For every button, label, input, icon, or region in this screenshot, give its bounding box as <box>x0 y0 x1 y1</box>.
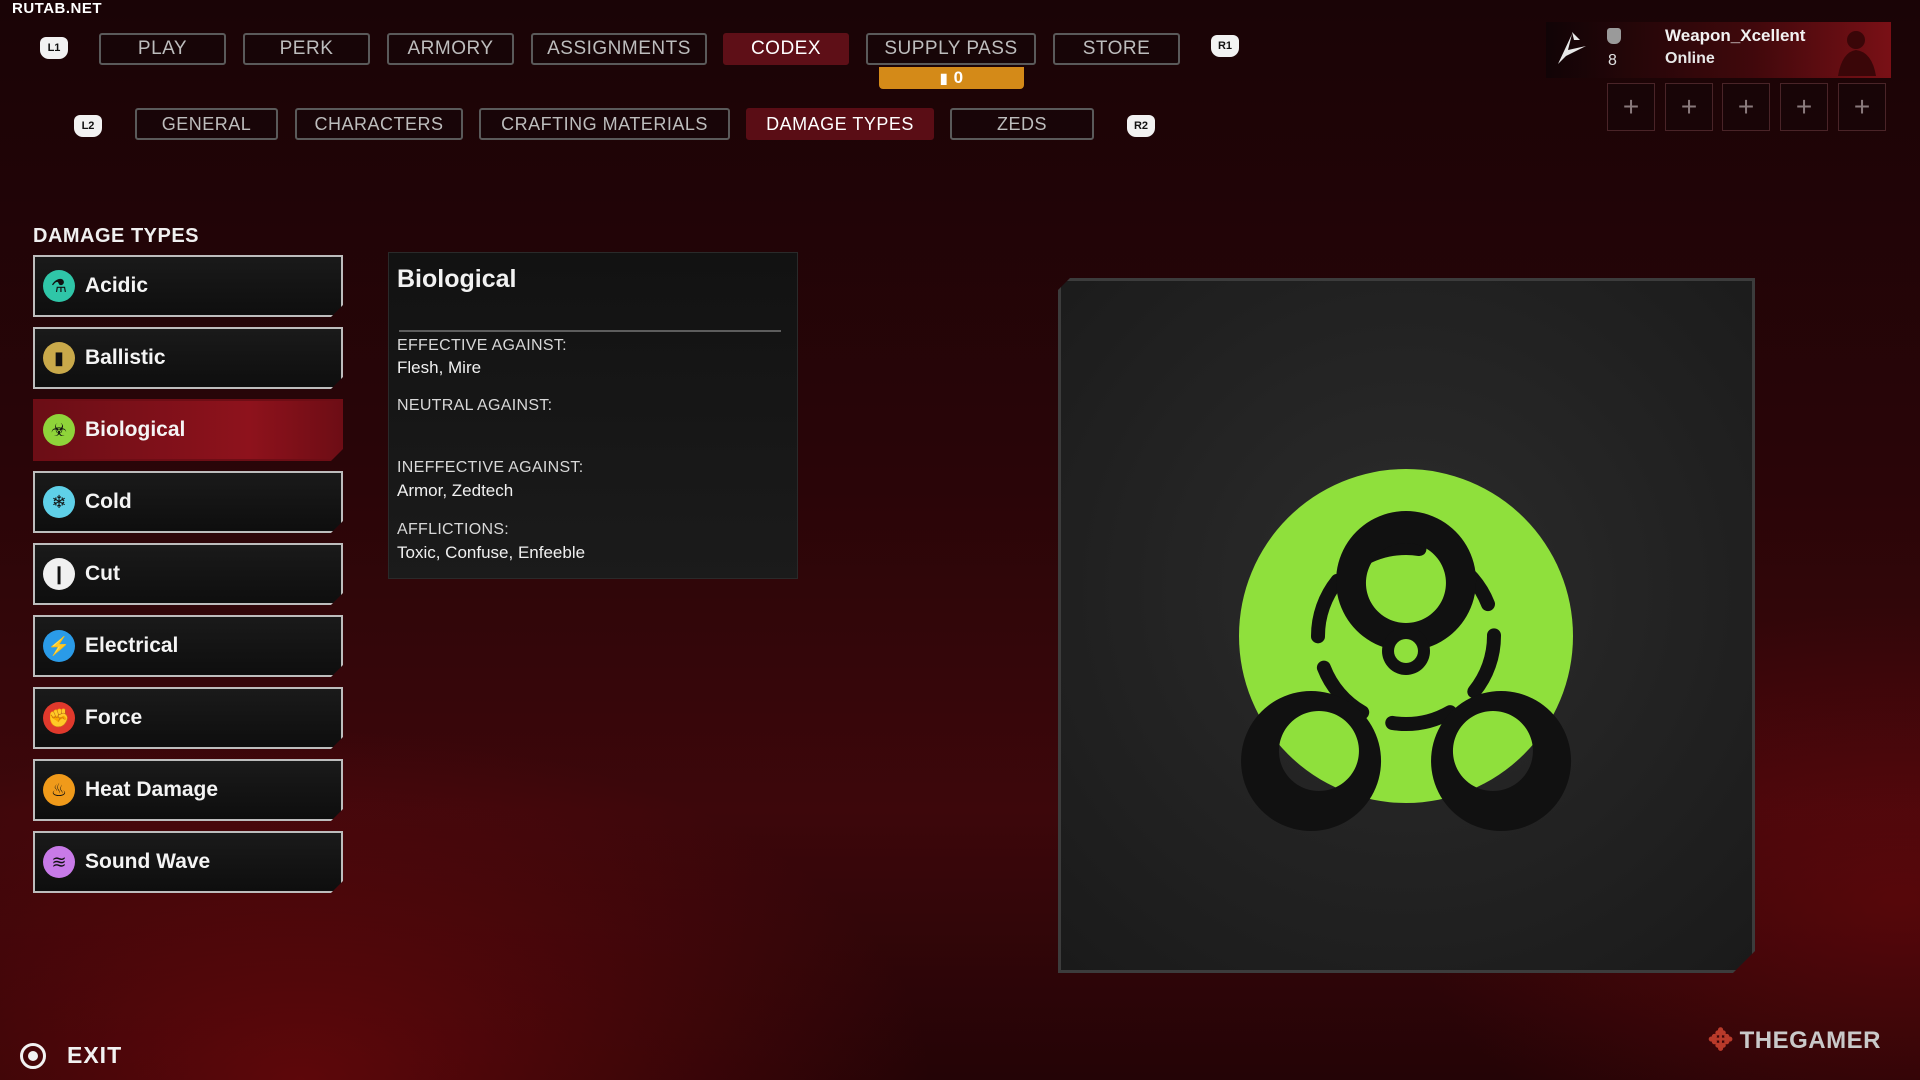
damage-item-force[interactable]: ✊ Force <box>33 687 343 749</box>
player-level: 8 <box>1608 52 1617 69</box>
bullet-icon: ▮ <box>43 342 75 374</box>
tab-play[interactable]: PLAY <box>99 33 226 65</box>
brand-watermark: ✥ THEGAMER <box>1708 1023 1881 1058</box>
damage-item-label: Heat Damage <box>85 778 219 801</box>
afflictions-label: AFFLICTIONS: <box>397 521 510 538</box>
subtab-general[interactable]: GENERAL <box>135 108 278 140</box>
effective-label: EFFECTIVE AGAINST: <box>397 337 567 354</box>
exit-button[interactable]: EXIT <box>67 1042 122 1069</box>
party-slot-5[interactable]: + <box>1838 83 1886 131</box>
effective-value: Flesh, Mire <box>397 358 482 377</box>
party-slot-2[interactable]: + <box>1665 83 1713 131</box>
party-slot-4[interactable]: + <box>1780 83 1828 131</box>
tab-assignments[interactable]: ASSIGNMENTS <box>531 33 707 65</box>
brand-logo-icon: ✥ <box>1708 1024 1734 1057</box>
flask-icon: ⚗ <box>43 270 75 302</box>
biohazard-icon: ☣ <box>43 414 75 446</box>
afflictions-value: Toxic, Confuse, Enfeeble <box>397 543 586 562</box>
damage-item-acidic[interactable]: ⚗ Acidic <box>33 255 343 317</box>
damage-item-label: Ballistic <box>85 346 166 369</box>
damage-type-preview <box>1058 278 1755 973</box>
site-watermark: RUTAB.NET <box>12 0 103 17</box>
biohazard-icon <box>1061 281 1752 970</box>
blade-icon: ❙ <box>43 558 75 590</box>
damage-item-cold[interactable]: ❄ Cold <box>33 471 343 533</box>
party-slot-1[interactable]: + <box>1607 83 1655 131</box>
brand-name: THEGAMER <box>1739 1026 1881 1054</box>
damage-item-cut[interactable]: ❙ Cut <box>33 543 343 605</box>
damage-item-label: Biological <box>85 418 186 441</box>
subtab-crafting-materials[interactable]: CRAFTING MATERIALS <box>479 108 730 140</box>
damage-item-label: Cut <box>85 562 120 585</box>
circle-button-icon[interactable] <box>20 1043 46 1069</box>
tab-perk[interactable]: PERK <box>243 33 370 65</box>
ineffective-label: INEFFECTIVE AGAINST: <box>397 459 584 476</box>
player-name: Weapon_Xcellent <box>1665 26 1806 45</box>
l2-trigger-icon[interactable]: L2 <box>74 115 102 137</box>
damage-item-label: Acidic <box>85 274 149 297</box>
tab-supply-pass[interactable]: SUPPLY PASS <box>866 33 1036 65</box>
supply-pass-badge: ▮ 0 <box>879 67 1024 89</box>
subtab-damage-types[interactable]: DAMAGE TYPES <box>746 108 934 140</box>
ticket-icon: ▮ <box>939 69 948 86</box>
damage-item-label: Electrical <box>85 634 179 657</box>
fist-icon: ✊ <box>43 702 75 734</box>
player-status: Online <box>1665 50 1715 67</box>
subtab-characters[interactable]: CHARACTERS <box>295 108 463 140</box>
r1-bumper-icon[interactable]: R1 <box>1211 35 1239 57</box>
detail-divider <box>399 330 781 332</box>
damage-item-electrical[interactable]: ⚡ Electrical <box>33 615 343 677</box>
soundwave-icon: ≋ <box>43 846 75 878</box>
damage-item-heat-damage[interactable]: ♨ Heat Damage <box>33 759 343 821</box>
ineffective-value: Armor, Zedtech <box>397 481 514 500</box>
damage-item-sound-wave[interactable]: ≋ Sound Wave <box>33 831 343 893</box>
damage-types-heading: DAMAGE TYPES <box>33 225 200 247</box>
damage-item-label: Force <box>85 706 143 729</box>
tab-armory[interactable]: ARMORY <box>387 33 514 65</box>
lightning-icon: ⚡ <box>43 630 75 662</box>
damage-item-biological[interactable]: ☣ Biological <box>33 399 343 461</box>
supply-pass-count: 0 <box>953 68 964 87</box>
damage-item-label: Cold <box>85 490 132 513</box>
level-shield-icon <box>1607 28 1621 44</box>
tab-store[interactable]: STORE <box>1053 33 1180 65</box>
damage-item-label: Sound Wave <box>85 850 211 873</box>
subtab-zeds[interactable]: ZEDS <box>950 108 1094 140</box>
detail-title: Biological <box>397 265 517 293</box>
flame-icon: ♨ <box>43 774 75 806</box>
neutral-label: NEUTRAL AGAINST: <box>397 397 553 414</box>
damage-item-ballistic[interactable]: ▮ Ballistic <box>33 327 343 389</box>
tab-codex[interactable]: CODEX <box>723 33 849 65</box>
player-avatar <box>1820 24 1880 76</box>
l1-bumper-icon[interactable]: L1 <box>40 37 68 59</box>
party-slot-3[interactable]: + <box>1722 83 1770 131</box>
r2-trigger-icon[interactable]: R2 <box>1127 115 1155 137</box>
perk-emblem-icon <box>1552 26 1592 70</box>
snowflake-icon: ❄ <box>43 486 75 518</box>
